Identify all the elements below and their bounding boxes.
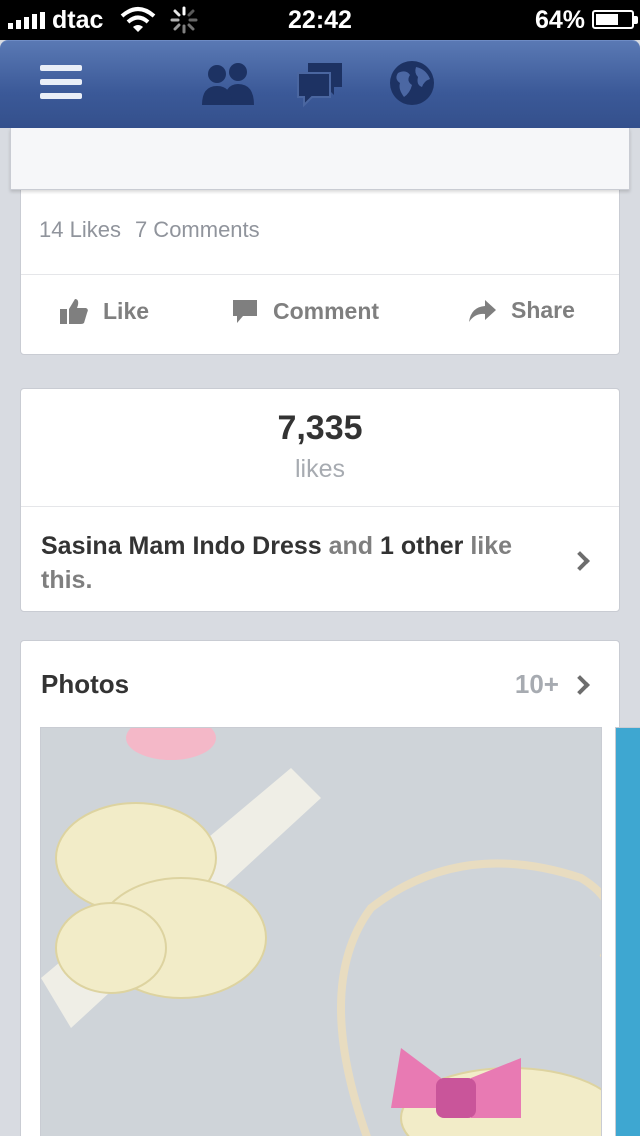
comment-label: Comment [273, 297, 380, 324]
comment-button[interactable]: Comment [231, 297, 379, 325]
comment-icon [233, 300, 257, 323]
page-likes-label: likes [294, 455, 345, 483]
composer-strip [10, 128, 630, 190]
chevron-right-icon[interactable] [570, 551, 590, 571]
friend-requests-icon[interactable] [200, 59, 256, 114]
photos-count[interactable]: 10+ [515, 669, 559, 700]
status-bar: dtac 22:42 64% [0, 0, 640, 40]
post-counts: 14 Likes 7 Comments [39, 217, 260, 243]
photo-thumbnail[interactable] [615, 727, 640, 1136]
notifications-globe-icon[interactable] [388, 59, 436, 112]
photos-card: Photos 10+ [20, 640, 640, 1136]
friends-like-row[interactable]: Sasina Mam Indo Dress and 1 other like t… [41, 529, 551, 597]
share-label: Share [511, 297, 575, 323]
post-comments-count[interactable]: 7 Comments [135, 217, 260, 242]
menu-icon[interactable] [38, 63, 84, 108]
headband-photo [41, 728, 601, 1136]
divider [21, 506, 619, 507]
chevron-right-icon[interactable] [570, 675, 590, 695]
thumbs-up-icon [60, 299, 88, 324]
like-button[interactable]: Like [59, 297, 149, 325]
friend-name[interactable]: Sasina Mam Indo Dress [41, 532, 322, 560]
messages-icon[interactable] [294, 59, 346, 114]
photos-title[interactable]: Photos [41, 669, 129, 700]
and-text: and [328, 532, 374, 560]
share-arrow-icon [469, 299, 496, 322]
battery-percent: 64% [534, 6, 585, 34]
divider [21, 274, 619, 275]
page-likes-card: 7,335 likes Sasina Mam Indo Dress and 1 … [20, 388, 620, 612]
photo-thumbnail[interactable] [40, 727, 602, 1136]
share-button[interactable]: Share [467, 297, 575, 324]
like-label: Like [103, 297, 150, 324]
post-likes-count[interactable]: 14 Likes [39, 217, 121, 242]
top-nav-bar [0, 40, 640, 128]
others-link[interactable]: 1 other [380, 532, 463, 560]
page-likes-count: 7,335 [277, 409, 363, 447]
battery-icon [592, 10, 638, 29]
